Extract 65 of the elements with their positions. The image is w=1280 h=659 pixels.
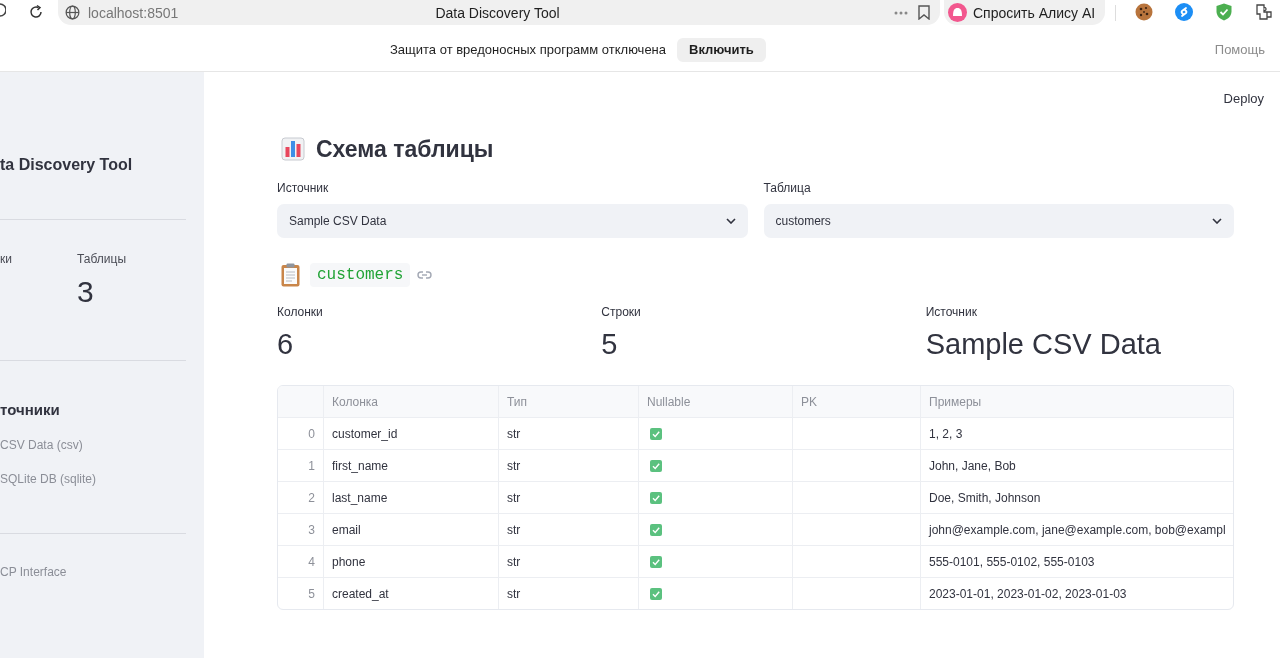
url-text: localhost:8501 <box>88 4 179 21</box>
table-cell: 2023-01-01, 2023-01-02, 2023-01-03 <box>920 578 1233 609</box>
assistant-button[interactable]: Спросить Алису AI <box>944 0 1106 25</box>
metric-label: Колонки <box>277 304 324 320</box>
table-cell: str <box>498 450 638 481</box>
select-label: Таблица <box>763 180 812 196</box>
row-index: 4 <box>307 553 316 571</box>
cookie-icon[interactable] <box>1135 3 1154 21</box>
table-cell: created_at <box>323 578 498 609</box>
row-index: 1 <box>307 457 316 475</box>
chevron-down-icon <box>725 218 736 224</box>
warning-message: Защита от вредоносных программ отключена <box>390 42 667 57</box>
bar-chart-icon <box>281 137 305 161</box>
metric-value: 5 <box>601 327 619 361</box>
caption-text: CP Interface <box>0 564 68 580</box>
ring-icon <box>948 3 967 22</box>
page-heading: Схема таблицы <box>316 135 494 164</box>
metric-value: Sample CSV Data <box>925 327 1162 361</box>
select-label: Источник <box>277 180 330 196</box>
table-cell: 1, 2, 3 <box>920 418 1233 449</box>
metric-label: Таблицы <box>77 251 126 267</box>
swirl-icon[interactable] <box>1175 3 1194 21</box>
table-cell: john@example.com, jane@example.com, bob@exampl <box>920 514 1233 545</box>
metric-label: Источник <box>925 304 978 320</box>
table-cell: phone <box>323 546 498 577</box>
table-cell: last_name <box>323 482 498 513</box>
table-cell: str <box>498 546 638 577</box>
table-cell: John, Jane, Bob <box>920 450 1233 481</box>
source-item: SQLite DB (sqlite) <box>0 471 98 487</box>
address-bar[interactable]: localhost:8501 Data Discovery Tool <box>58 0 940 25</box>
table-cell: Doe, Smith, Johnson <box>920 482 1233 513</box>
table-cell: first_name <box>323 450 498 481</box>
metric-value: 6 <box>277 327 295 361</box>
more-icon[interactable] <box>894 10 908 15</box>
app-title: ta Discovery Tool <box>0 155 134 175</box>
table-cell: str <box>498 482 638 513</box>
puzzle-icon[interactable] <box>1255 3 1274 21</box>
section-heading: точники <box>0 400 61 420</box>
row-index: 3 <box>307 521 316 539</box>
table-cell: str <box>498 578 638 609</box>
table-cell: str <box>498 418 638 449</box>
page-title: Data Discovery Tool <box>435 4 560 21</box>
row-index: 5 <box>307 585 316 603</box>
table-cell: email <box>323 514 498 545</box>
table-name-code: customers <box>310 263 411 287</box>
metric-label: ки <box>0 251 13 267</box>
select-field[interactable]: customers <box>763 204 1234 238</box>
source-item: CSV Data (csv) <box>0 437 84 453</box>
arc-icon[interactable] <box>0 3 6 17</box>
bookmark-icon[interactable] <box>918 5 930 20</box>
deploy-button[interactable]: Deploy <box>1223 91 1264 107</box>
select-field[interactable]: Sample CSV Data <box>277 204 748 238</box>
reload-icon[interactable] <box>28 4 44 20</box>
metric-label: Строки <box>601 304 642 320</box>
row-index: 2 <box>307 489 316 507</box>
enable-button[interactable]: Включить <box>677 37 766 62</box>
globe-icon <box>65 5 80 20</box>
table-cell: customer_id <box>323 418 498 449</box>
shield-icon[interactable] <box>1215 3 1234 21</box>
clipboard-icon <box>281 263 300 287</box>
chevron-down-icon <box>1212 218 1222 224</box>
table-cell: 555-0101, 555-0102, 555-0103 <box>920 546 1233 577</box>
metric-value: 3 <box>77 275 95 309</box>
table-cell: str <box>498 514 638 545</box>
row-index: 0 <box>307 425 316 443</box>
